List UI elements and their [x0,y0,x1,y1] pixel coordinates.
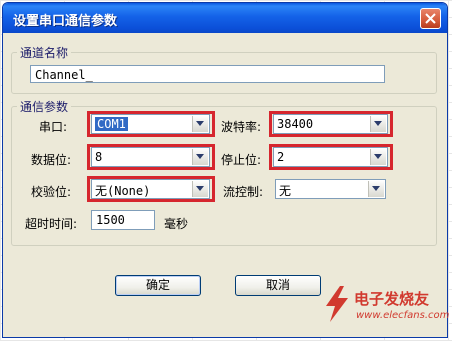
chevron-down-icon [372,186,380,191]
parity-label: 校验位: [31,185,72,199]
cancel-button[interactable]: 取消 [235,275,321,296]
port-label: 串口: [39,120,68,134]
lightning-logo-icon [326,286,348,322]
databits-value: 8 [95,150,103,164]
watermark-brand: 电子发烧友 [354,290,430,308]
baud-select[interactable]: 38400 [273,114,388,134]
channel-name-legend: 通道名称 [17,44,72,61]
dialog-title: 设置串口通信参数 [13,14,118,29]
stopbits-dropdown-button[interactable] [370,149,386,165]
stopbits-select[interactable]: 2 [273,147,388,167]
databits-select[interactable]: 8 [91,147,210,167]
parity-dropdown-button[interactable] [192,181,208,197]
timeout-unit: 毫秒 [164,217,189,231]
baud-dropdown-button[interactable] [370,116,386,132]
flow-value: 无 [279,184,292,198]
close-icon [425,13,436,24]
databits-dropdown-button[interactable] [192,149,208,165]
port-value: COM1 [95,117,128,131]
stopbits-value: 2 [277,150,285,164]
flow-dropdown-button[interactable] [368,181,384,197]
comm-params-legend: 通信参数 [17,98,72,115]
ok-button[interactable]: 确定 [115,275,201,296]
port-value-text: COM1 [95,117,128,131]
port-select[interactable]: COM1 [91,114,210,134]
databits-label: 数据位: [31,153,72,167]
chevron-down-icon [374,121,382,126]
port-dropdown-button[interactable] [192,116,208,132]
flow-label: 流控制: [223,185,264,199]
chevron-down-icon [196,154,204,159]
stopbits-label: 停止位: [221,153,262,167]
chevron-down-icon [196,186,204,191]
timeout-input[interactable]: 1500 [91,210,155,230]
parity-value: 无(None) [95,184,151,198]
timeout-label: 超时时间: [25,217,78,231]
chevron-down-icon [196,121,204,126]
close-button[interactable] [420,8,441,29]
parity-select[interactable]: 无(None) [91,179,210,199]
baud-value: 38400 [277,117,314,131]
baud-label: 波特率: [221,120,262,134]
watermark: 电子发烧友 www.elecfans.com [320,282,449,332]
watermark-url: www.elecfans.com [356,310,450,321]
chevron-down-icon [374,154,382,159]
channel-name-input[interactable]: Channel_ [30,65,385,83]
flow-select[interactable]: 无 [275,179,386,199]
title-bar[interactable]: 设置串口通信参数 [3,3,447,33]
